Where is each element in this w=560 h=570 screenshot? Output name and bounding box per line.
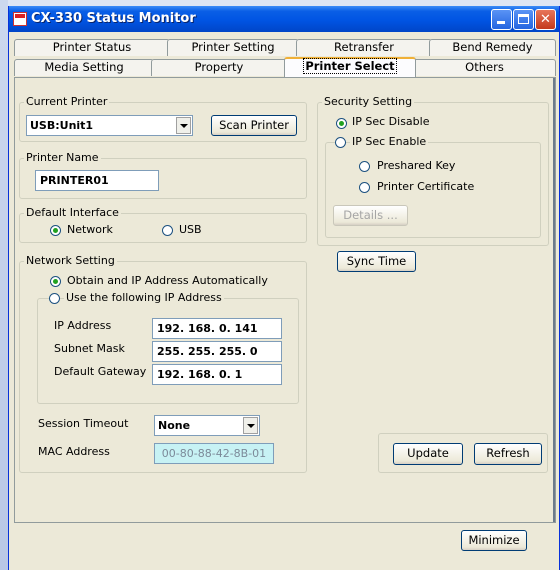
subnet-mask-label: Subnet Mask [54,342,125,355]
tab-printer-select-label: Printer Select [303,58,397,74]
ipsec-disable-radio[interactable] [336,118,347,129]
session-timeout-select[interactable]: None [154,415,260,436]
title-bar[interactable]: CX-330 Status Monitor ✕ [9,6,559,32]
tab-retransfer[interactable]: Retransfer [296,39,432,56]
window-title: CX-330 Status Monitor [31,11,196,26]
sync-time-button[interactable]: Sync Time [337,251,416,272]
tab-printer-setting[interactable]: Printer Setting [167,39,299,56]
update-button[interactable]: Update [393,443,463,465]
default-gateway-label: Default Gateway [54,365,147,378]
printer-certificate-radio[interactable] [359,182,370,193]
manual-ip-group: Use the following IP Address IP Address … [37,291,299,404]
tab-property[interactable]: Property [151,59,287,76]
current-printer-group: Current Printer USB:Unit1 Scan Printer [19,95,307,142]
minimize-button[interactable]: Minimize [461,530,527,551]
ipsec-enable-group: IP Sec Enable Preshared Key Printer Cert… [325,135,541,238]
network-setting-group: Network Setting Obtain and IP Address Au… [19,254,307,473]
preshared-key-radio[interactable] [359,161,370,172]
use-following-ip-radio[interactable] [49,293,60,304]
printer-name-label: Printer Name [24,151,101,164]
mac-address-field: 00-80-88-42-8B-01 [154,443,274,464]
obtain-ip-auto-label: Obtain and IP Address Automatically [67,274,268,287]
security-setting-group: Security Setting IP Sec Disable IP Sec E… [317,95,549,246]
current-printer-value: USB:Unit1 [30,119,94,132]
ip-address-input[interactable]: 192. 168. 0. 141 [152,318,282,339]
default-interface-label: Default Interface [24,206,121,219]
desktop-background [0,0,8,570]
scan-printer-button[interactable]: Scan Printer [211,115,297,136]
network-radio-label: Network [67,223,113,236]
update-refresh-group: Update Refresh [378,433,548,473]
panel-edge [553,78,555,522]
ipsec-disable-label: IP Sec Disable [352,115,430,128]
preshared-key-label: Preshared Key [377,159,456,172]
use-following-ip-label: Use the following IP Address [64,291,224,304]
current-printer-label: Current Printer [24,95,110,108]
ipsec-enable-radio[interactable] [335,137,346,148]
tab-media-setting[interactable]: Media Setting [14,59,154,76]
tab-others[interactable]: Others [413,59,556,76]
close-window-button[interactable]: ✕ [535,9,556,30]
current-printer-select[interactable]: USB:Unit1 [26,115,193,136]
default-interface-group: Default Interface Network USB [19,206,307,243]
usb-radio-label: USB [179,223,202,236]
printer-select-panel: Current Printer USB:Unit1 Scan Printer P… [14,77,556,523]
maximize-window-button[interactable] [513,9,534,30]
printer-certificate-label: Printer Certificate [377,180,475,193]
tab-bend-remedy[interactable]: Bend Remedy [429,39,556,56]
default-gateway-input[interactable]: 192. 168. 0. 1 [152,364,282,385]
subnet-mask-input[interactable]: 255. 255. 255. 0 [152,341,282,362]
session-timeout-value: None [158,419,191,432]
ip-address-label: IP Address [54,319,112,332]
app-icon [13,12,27,26]
ipsec-enable-label: IP Sec Enable [350,135,429,148]
network-radio[interactable] [50,225,61,236]
network-setting-label: Network Setting [24,254,117,267]
status-monitor-window: CX-330 Status Monitor ✕ Printer Status P… [8,6,560,570]
session-timeout-label: Session Timeout [38,417,129,430]
chevron-down-icon[interactable] [243,417,258,434]
mac-address-label: MAC Address [38,445,110,458]
details-button[interactable]: Details ... [333,205,408,226]
security-setting-label: Security Setting [322,95,415,108]
tab-printer-status[interactable]: Printer Status [14,39,170,56]
printer-name-input[interactable]: PRINTER01 [35,170,159,191]
printer-name-group: Printer Name PRINTER01 [19,151,307,199]
minimize-window-button[interactable] [491,9,512,30]
tab-printer-select[interactable]: Printer Select [284,57,416,77]
refresh-button[interactable]: Refresh [474,443,542,465]
usb-radio[interactable] [162,225,173,236]
obtain-ip-auto-radio[interactable] [50,276,61,287]
chevron-down-icon[interactable] [176,117,191,134]
